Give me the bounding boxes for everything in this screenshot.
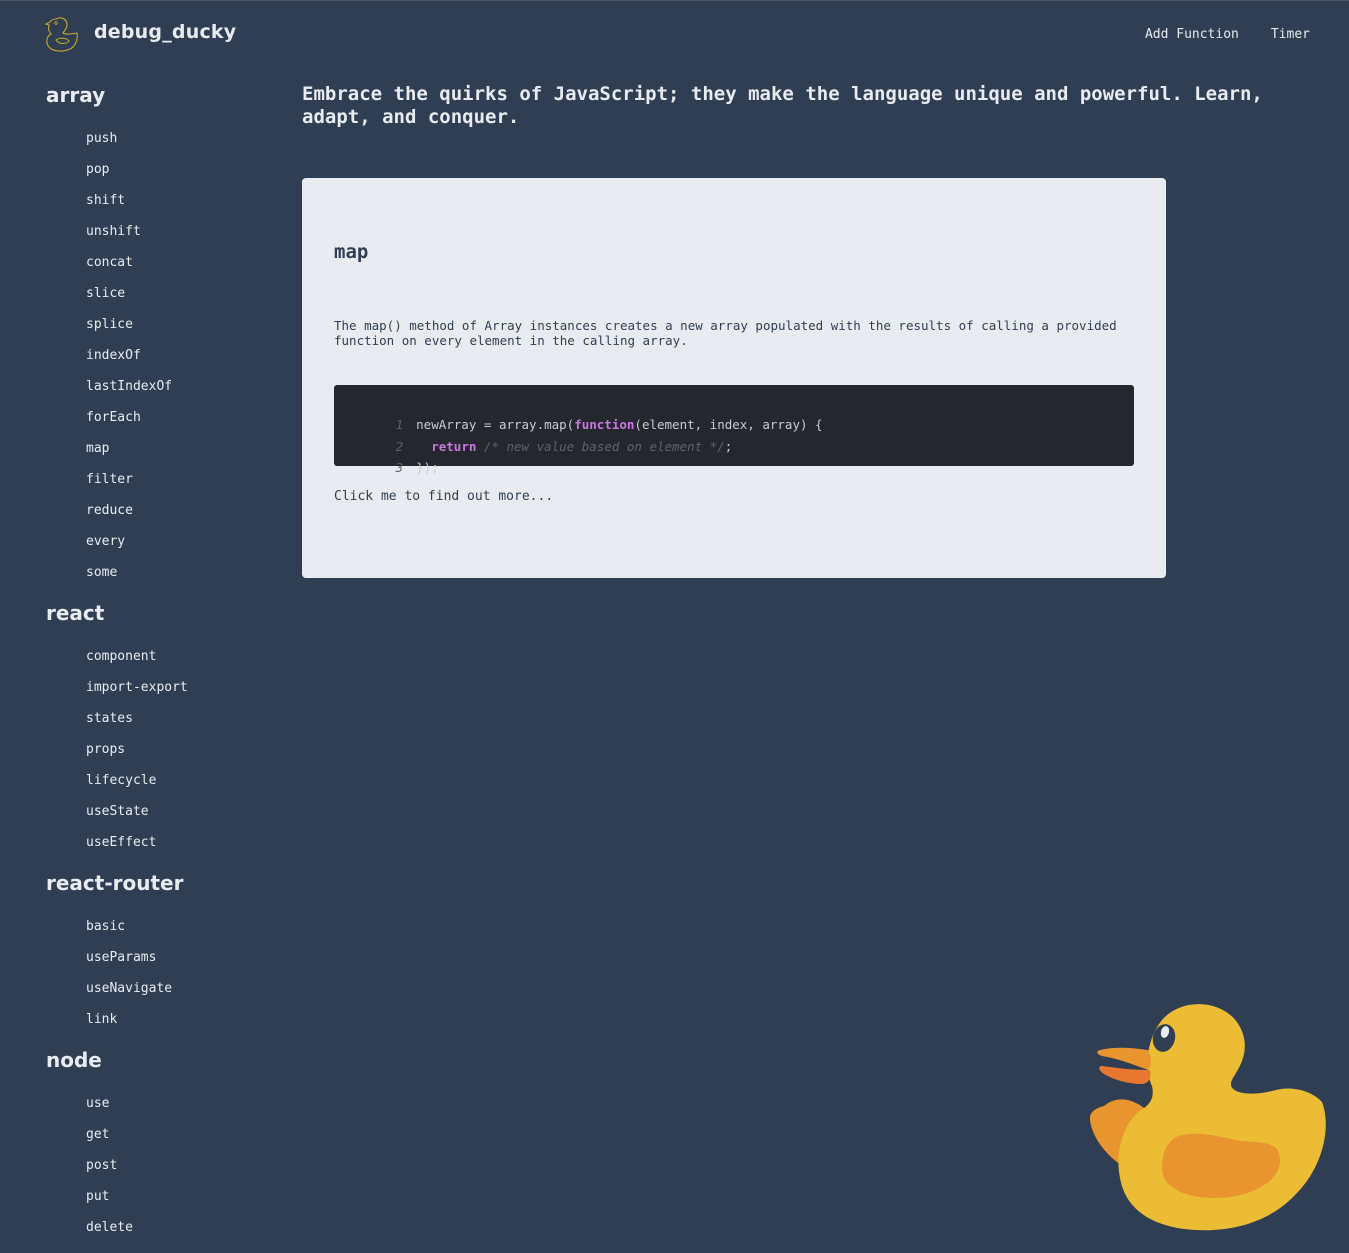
code-line: 3}); xyxy=(334,436,439,475)
sidebar-item-useNavigate[interactable]: useNavigate xyxy=(46,973,276,1004)
sidebar-group-title[interactable]: react-router xyxy=(46,868,276,898)
sidebar-item-basic[interactable]: basic xyxy=(46,911,276,942)
sidebar-item-every[interactable]: every xyxy=(46,526,276,557)
sidebar-group-react: react component import-export states props li… xyxy=(46,598,276,858)
sidebar-item-post[interactable]: post xyxy=(46,1150,276,1181)
find-out-more-link[interactable]: Click me to find out more... xyxy=(334,489,553,504)
sidebar-item-pop[interactable]: pop xyxy=(46,154,276,185)
code-line: 2 return /* new value based on element *… xyxy=(334,415,733,454)
sidebar-group-node: node use get post put delete xyxy=(46,1045,276,1243)
header: debug_ducky Add Function Timer xyxy=(0,0,1349,70)
function-card: map The map() method of Array instances … xyxy=(302,178,1166,578)
sidebar-item-shift[interactable]: shift xyxy=(46,185,276,216)
sidebar-item-get[interactable]: get xyxy=(46,1119,276,1150)
sidebar-item-concat[interactable]: concat xyxy=(46,247,276,278)
sidebar-item-map[interactable]: map xyxy=(46,433,276,464)
code-block: 1 newArray = array.map(function(element, … xyxy=(334,385,1134,475)
tagline: Embrace the quirks of JavaScript; they m… xyxy=(302,83,1263,128)
sidebar-item-put[interactable]: put xyxy=(46,1181,276,1212)
sidebar-item-some[interactable]: some xyxy=(46,557,276,588)
sidebar-item-states[interactable]: states xyxy=(46,703,276,734)
sidebar-item-forEach[interactable]: forEach xyxy=(46,402,276,433)
code-line: 1 newArray = array.map(function(element, … xyxy=(334,393,823,432)
sidebar-group-title[interactable]: array xyxy=(46,80,276,110)
sidebar-item-link[interactable]: link xyxy=(46,1004,276,1035)
nav-add-function[interactable]: Add Function xyxy=(1145,27,1239,42)
function-description: The map() method of Array instances crea… xyxy=(334,318,1117,348)
sidebar-item-slice[interactable]: slice xyxy=(46,278,276,309)
sidebar-item-component[interactable]: component xyxy=(46,641,276,672)
sidebar-item-import-export[interactable]: import-export xyxy=(46,672,276,703)
rubber-duck-illustration xyxy=(1089,1004,1326,1231)
sidebar-group-title[interactable]: react xyxy=(46,598,276,628)
sidebar-item-useState[interactable]: useState xyxy=(46,796,276,827)
duck-outline-icon[interactable] xyxy=(44,15,80,53)
nav-timer[interactable]: Timer xyxy=(1271,27,1310,42)
sidebar-item-lifecycle[interactable]: lifecycle xyxy=(46,765,276,796)
sidebar-item-lastIndexOf[interactable]: lastIndexOf xyxy=(46,371,276,402)
function-title: map xyxy=(334,241,369,263)
sidebar: array push pop shift unshift concat slice splic… xyxy=(46,80,276,1253)
sidebar-item-reduce[interactable]: reduce xyxy=(46,495,276,526)
sidebar-group-react-router: react-router basic useParams useNavigate lin… xyxy=(46,868,276,1035)
sidebar-item-props[interactable]: props xyxy=(46,734,276,765)
sidebar-item-use[interactable]: use xyxy=(46,1088,276,1119)
sidebar-item-useParams[interactable]: useParams xyxy=(46,942,276,973)
sidebar-group-array: array push pop shift unshift concat slice splic… xyxy=(46,80,276,588)
brand-name[interactable]: debug_ducky xyxy=(94,21,236,43)
sidebar-item-unshift[interactable]: unshift xyxy=(46,216,276,247)
sidebar-item-useEffect[interactable]: useEffect xyxy=(46,827,276,858)
sidebar-item-push[interactable]: push xyxy=(46,123,276,154)
sidebar-item-indexOf[interactable]: indexOf xyxy=(46,340,276,371)
line-number: 3 xyxy=(395,460,404,475)
sidebar-item-filter[interactable]: filter xyxy=(46,464,276,495)
top-nav: Add Function Timer xyxy=(1145,27,1310,42)
sidebar-item-delete[interactable]: delete xyxy=(46,1212,276,1243)
sidebar-group-title[interactable]: node xyxy=(46,1045,276,1075)
sidebar-item-splice[interactable]: splice xyxy=(46,309,276,340)
